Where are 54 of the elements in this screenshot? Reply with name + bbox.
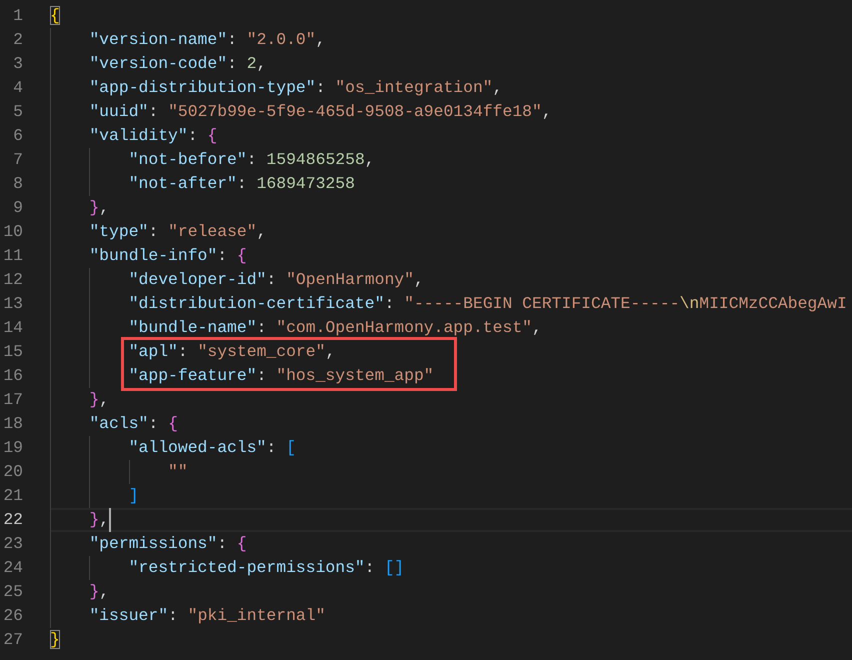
code-line: "app-distribution-type": "os_integration", <box>89 77 502 99</box>
code-line: "apl": "system_core", <box>128 341 336 363</box>
code-line: "app-feature": "hos_system_app" <box>128 365 434 387</box>
code-line: }, <box>89 197 110 219</box>
line-number: 1 <box>13 5 23 27</box>
code-line: } <box>50 629 60 651</box>
code-line: "type": "release", <box>89 221 266 243</box>
code-line: "acls": { <box>89 413 178 435</box>
line-number: 23 <box>3 533 23 555</box>
line-number: 17 <box>3 389 23 411</box>
line-number: 26 <box>3 605 23 627</box>
line-number: 25 <box>3 581 23 603</box>
code-line: "version-code": 2, <box>89 53 266 75</box>
line-number: 12 <box>3 269 23 291</box>
line-number: 21 <box>3 485 23 507</box>
line-number: 24 <box>3 557 23 579</box>
code-line: "permissions": { <box>89 533 247 555</box>
code-line: { <box>50 5 60 27</box>
line-number: 27 <box>3 629 23 651</box>
code-line: "version-name": "2.0.0", <box>89 29 326 51</box>
code-line: "not-after": 1689473258 <box>128 173 355 195</box>
line-number: 3 <box>13 53 23 75</box>
line-number: 16 <box>3 365 23 387</box>
line-number: 11 <box>3 245 23 267</box>
line-number: 5 <box>13 101 23 123</box>
line-number: 20 <box>3 461 23 483</box>
line-number: 4 <box>13 77 23 99</box>
line-number: 7 <box>13 149 23 171</box>
code-line: "bundle-name": "com.OpenHarmony.app.test", <box>128 317 542 339</box>
code-line: "distribution-certificate": "-----BEGIN CERTIFICATE-----\nMIICMzCCAbegAwI <box>128 293 847 315</box>
code-line: "" <box>168 461 188 483</box>
code-line: }, <box>89 389 110 411</box>
code-line: "bundle-info": { <box>89 245 247 267</box>
code-line: "restricted-permissions": [] <box>128 557 404 579</box>
code-line: }, <box>89 508 112 532</box>
line-number: 14 <box>3 317 23 339</box>
line-number: 9 <box>13 197 23 219</box>
code-line: ] <box>128 485 139 507</box>
code-line: "uuid": "5027b99e-5f9e-465d-9508-a9e0134ffe18", <box>89 101 552 123</box>
line-number: 19 <box>3 437 23 459</box>
code-line: "not-before": 1594865258, <box>128 149 375 171</box>
code-line: "validity": { <box>89 125 218 147</box>
line-number: 13 <box>3 293 23 315</box>
code-line: }, <box>89 581 110 603</box>
code-line: "developer-id": "OpenHarmony", <box>128 269 424 291</box>
line-number: 2 <box>13 29 23 51</box>
line-number: 22 <box>3 509 23 531</box>
line-number: 8 <box>13 173 23 195</box>
line-number: 6 <box>13 125 23 147</box>
line-number: 15 <box>3 341 23 363</box>
line-number: 10 <box>3 221 23 243</box>
line-number: 18 <box>3 413 23 435</box>
code-line: "issuer": "pki_internal" <box>89 605 326 627</box>
code-line: "allowed-acls": [ <box>128 437 296 459</box>
